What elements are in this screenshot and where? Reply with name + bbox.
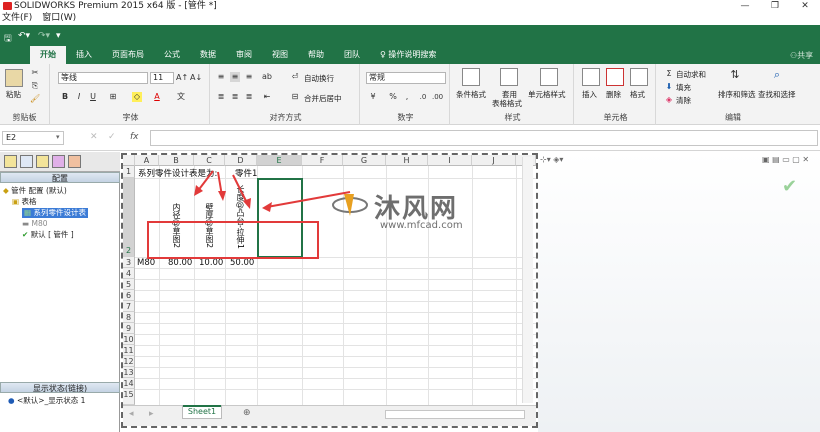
- annotation-arrowhead: [243, 198, 251, 209]
- view-tool-icon[interactable]: ⊹▾ ◈▾: [540, 155, 563, 164]
- horizontal-scrollbar[interactable]: [385, 410, 525, 419]
- sheet-tab-sheet1[interactable]: Sheet1: [182, 405, 222, 419]
- annotation-box: [147, 221, 319, 259]
- watermark-url: www.mfcad.com: [380, 220, 463, 231]
- next-sheet-icon[interactable]: ▸: [149, 409, 154, 419]
- graphics-viewport[interactable]: [538, 152, 820, 432]
- window-controls-icon[interactable]: ▣ ▤ ▭ ▢ ✕: [762, 155, 809, 164]
- add-sheet-button[interactable]: ⊕: [243, 408, 251, 418]
- prev-sheet-icon[interactable]: ◂: [129, 409, 134, 419]
- confirm-corner-icon[interactable]: ✔: [782, 176, 797, 197]
- annotation-arrowhead: [262, 202, 272, 212]
- mfcad-logo-icon: [330, 190, 370, 220]
- vertical-scrollbar[interactable]: [522, 157, 533, 403]
- annotation-arrowhead: [218, 191, 226, 201]
